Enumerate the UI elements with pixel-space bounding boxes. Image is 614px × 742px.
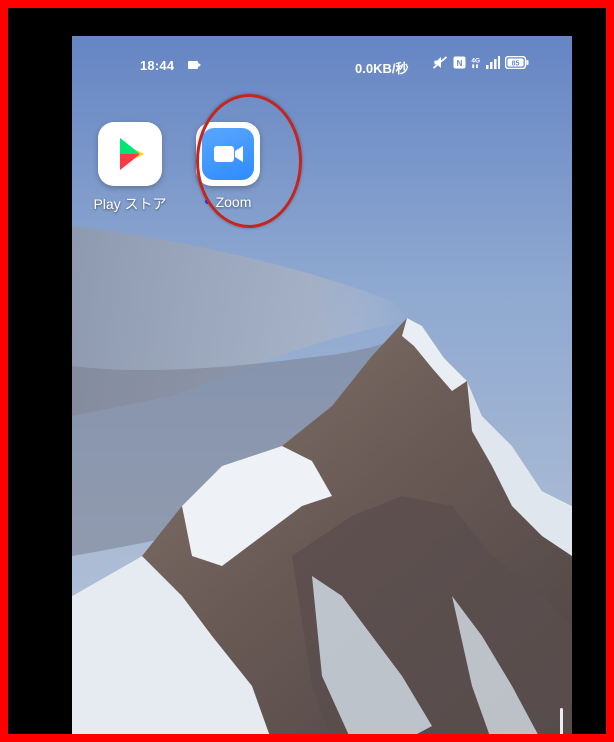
gesture-handle[interactable] (560, 708, 563, 734)
video-record-icon (188, 61, 201, 69)
network-speed: 0.0KB/秒 (355, 61, 409, 76)
phone-home-screen: 18:44 0.0KB/秒 N 4G 85 Play ストア Zoom (72, 36, 572, 734)
mute-icon (432, 56, 448, 69)
4g-icon: 4G (471, 58, 480, 69)
screenshot-frame: 18:44 0.0KB/秒 N 4G 85 Play ストア Zoom (0, 0, 614, 742)
svg-text:4G: 4G (471, 58, 480, 65)
signal-icon (486, 56, 500, 69)
status-time: 18:44 (140, 58, 175, 73)
highlight-circle (196, 94, 302, 228)
google-play-icon (98, 122, 162, 186)
status-icons: N 4G 85 (432, 56, 529, 69)
battery-level: 85 (512, 61, 520, 68)
svg-text:N: N (457, 59, 463, 68)
status-bar: 18:44 0.0KB/秒 N 4G 85 (72, 36, 572, 96)
play-store-label: Play ストア (93, 196, 167, 212)
battery-icon: 85 (505, 56, 529, 69)
play-store-app[interactable]: Play ストア (91, 122, 169, 214)
nfc-icon: N (453, 56, 466, 69)
